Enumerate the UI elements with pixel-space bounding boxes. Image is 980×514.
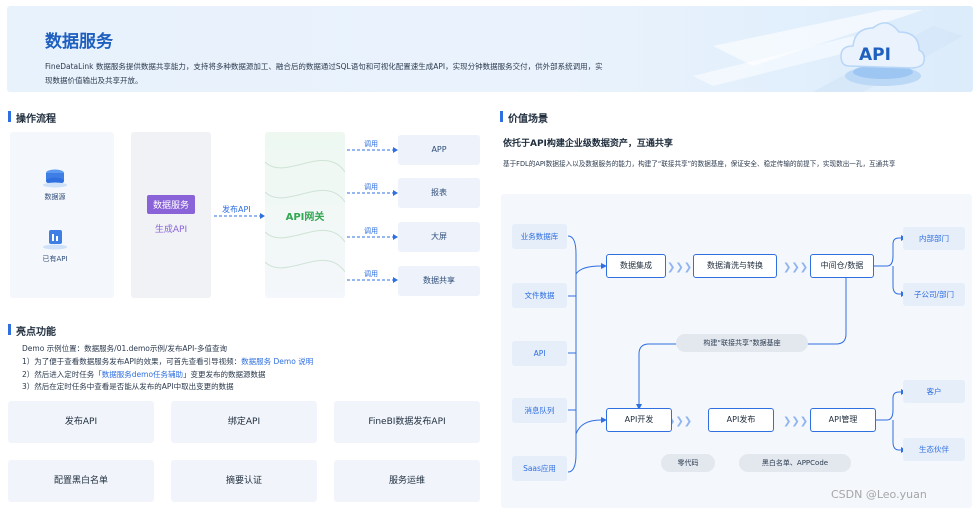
svg-text:❯❯❯: ❯❯❯: [667, 262, 692, 273]
call-label: 调用: [364, 270, 378, 278]
target-app: APP: [398, 135, 480, 165]
output-subsidiary: 子公司/部门: [903, 283, 965, 306]
value-section-title: 价值场景: [500, 110, 548, 125]
highlights-section-title: 亮点功能: [8, 323, 56, 338]
value-headline: 依托于API构建企业级数据资产，互通共享: [503, 139, 673, 149]
output-customer: 客户: [903, 380, 965, 403]
feature-publish-api[interactable]: 发布API: [8, 401, 154, 443]
node-api-publish: API发布: [708, 408, 774, 432]
source-api: API: [512, 341, 567, 366]
target-screen: 大屏: [398, 222, 480, 252]
step-1-text: 1）为了便于查看数据服务发布API的效果，可首先查看引导视频：: [22, 357, 242, 366]
banner-description: FineDataLink 数据服务提供数据共享能力，支持将多种数据源加工、融合后…: [45, 62, 603, 85]
step-3: 3）然后在定时任务中查看是否能从发布的API中取出变更的数据: [22, 382, 234, 391]
svg-text:❯❯❯: ❯❯❯: [783, 416, 808, 427]
call-label: 调用: [364, 227, 378, 235]
api-art-text: API: [859, 45, 891, 65]
data-service-tag: 数据服务: [146, 195, 195, 214]
generate-api-box: 数据服务 生成API: [131, 132, 211, 298]
base-pill: 构建“联接共享”数据基座: [676, 334, 808, 352]
node-api-dev: API开发: [606, 408, 672, 432]
node-data-cleaning: 数据清洗与转换: [693, 254, 777, 278]
feature-digest-auth[interactable]: 摘要认证: [171, 460, 317, 502]
target-report: 报表: [398, 178, 480, 208]
watermark: CSDN @Leo.yuan: [831, 488, 927, 501]
output-internal-dept: 内部部门: [903, 227, 965, 250]
node-api-management: API管理: [810, 408, 876, 432]
pill-whitelist-appcode: 黑白名单、APPCode: [739, 454, 851, 472]
feature-finebi-api[interactable]: FineBI数据发布API: [334, 401, 480, 443]
source-saas-app: Saas应用: [512, 456, 567, 481]
source-existing-api: 已有API: [30, 228, 80, 264]
step-2-suffix: 」变更发布的数据源数据: [183, 370, 266, 379]
pill-zero-code: 零代码: [661, 454, 715, 472]
step-1: 1）为了便于查看数据服务发布API的效果，可首先查看引导视频：数据服务 Demo…: [22, 356, 313, 367]
value-description: 基于FDL的API数据接入以及数据服务的能力，构建了“联接共享”的数据基座，保证…: [503, 160, 896, 168]
publish-api-label: 发布API: [222, 205, 251, 214]
demo-location: Demo 示例位置：数据服务/01.demo示例/发布API-多值查询: [22, 344, 227, 353]
node-data-integration: 数据集成: [606, 254, 666, 278]
feature-bind-api[interactable]: 绑定API: [171, 401, 317, 443]
generate-api-label: 生成API: [154, 225, 188, 235]
demo-task-link[interactable]: 数据服务demo任务辅助: [102, 370, 183, 379]
api-gateway-label: API网关: [285, 212, 325, 223]
feature-whitelist[interactable]: 配置黑白名单: [8, 460, 154, 502]
svg-text:❯❯❯: ❯❯❯: [783, 262, 808, 273]
call-label: 调用: [364, 183, 378, 191]
source-datasource: 数据源: [30, 168, 80, 202]
database-icon: [43, 169, 67, 188]
call-label: 调用: [364, 140, 378, 148]
sources-panel: [10, 132, 114, 298]
feature-service-ops[interactable]: 服务运维: [334, 460, 480, 502]
flow-section-title: 操作流程: [8, 110, 56, 125]
source-label: 已有API: [42, 255, 68, 263]
demo-guide-link[interactable]: 数据服务 Demo 说明: [241, 357, 313, 366]
step-2-prefix: 2）然后进入定时任务「: [22, 370, 102, 379]
source-label: 数据源: [44, 193, 66, 201]
banner: 数据服务 FineDataLink 数据服务提供数据共享能力，支持将多种数据源加…: [7, 6, 973, 92]
api-gateway-box: API网关: [265, 132, 345, 298]
api-doc-icon: [43, 230, 67, 250]
output-eco-partner: 生态伙伴: [903, 438, 965, 461]
node-middle-warehouse: 中间仓/数据: [810, 254, 874, 278]
source-business-db: 业务数据库: [512, 224, 567, 249]
source-file-data: 文件数据: [512, 283, 567, 308]
page-title: 数据服务: [45, 32, 113, 52]
target-data-share: 数据共享: [398, 266, 480, 296]
source-message-queue: 消息队列: [512, 398, 567, 423]
api-cloud-illustration: API: [693, 10, 963, 92]
step-2: 2）然后进入定时任务「数据服务demo任务辅助」变更发布的数据源数据: [22, 369, 266, 380]
